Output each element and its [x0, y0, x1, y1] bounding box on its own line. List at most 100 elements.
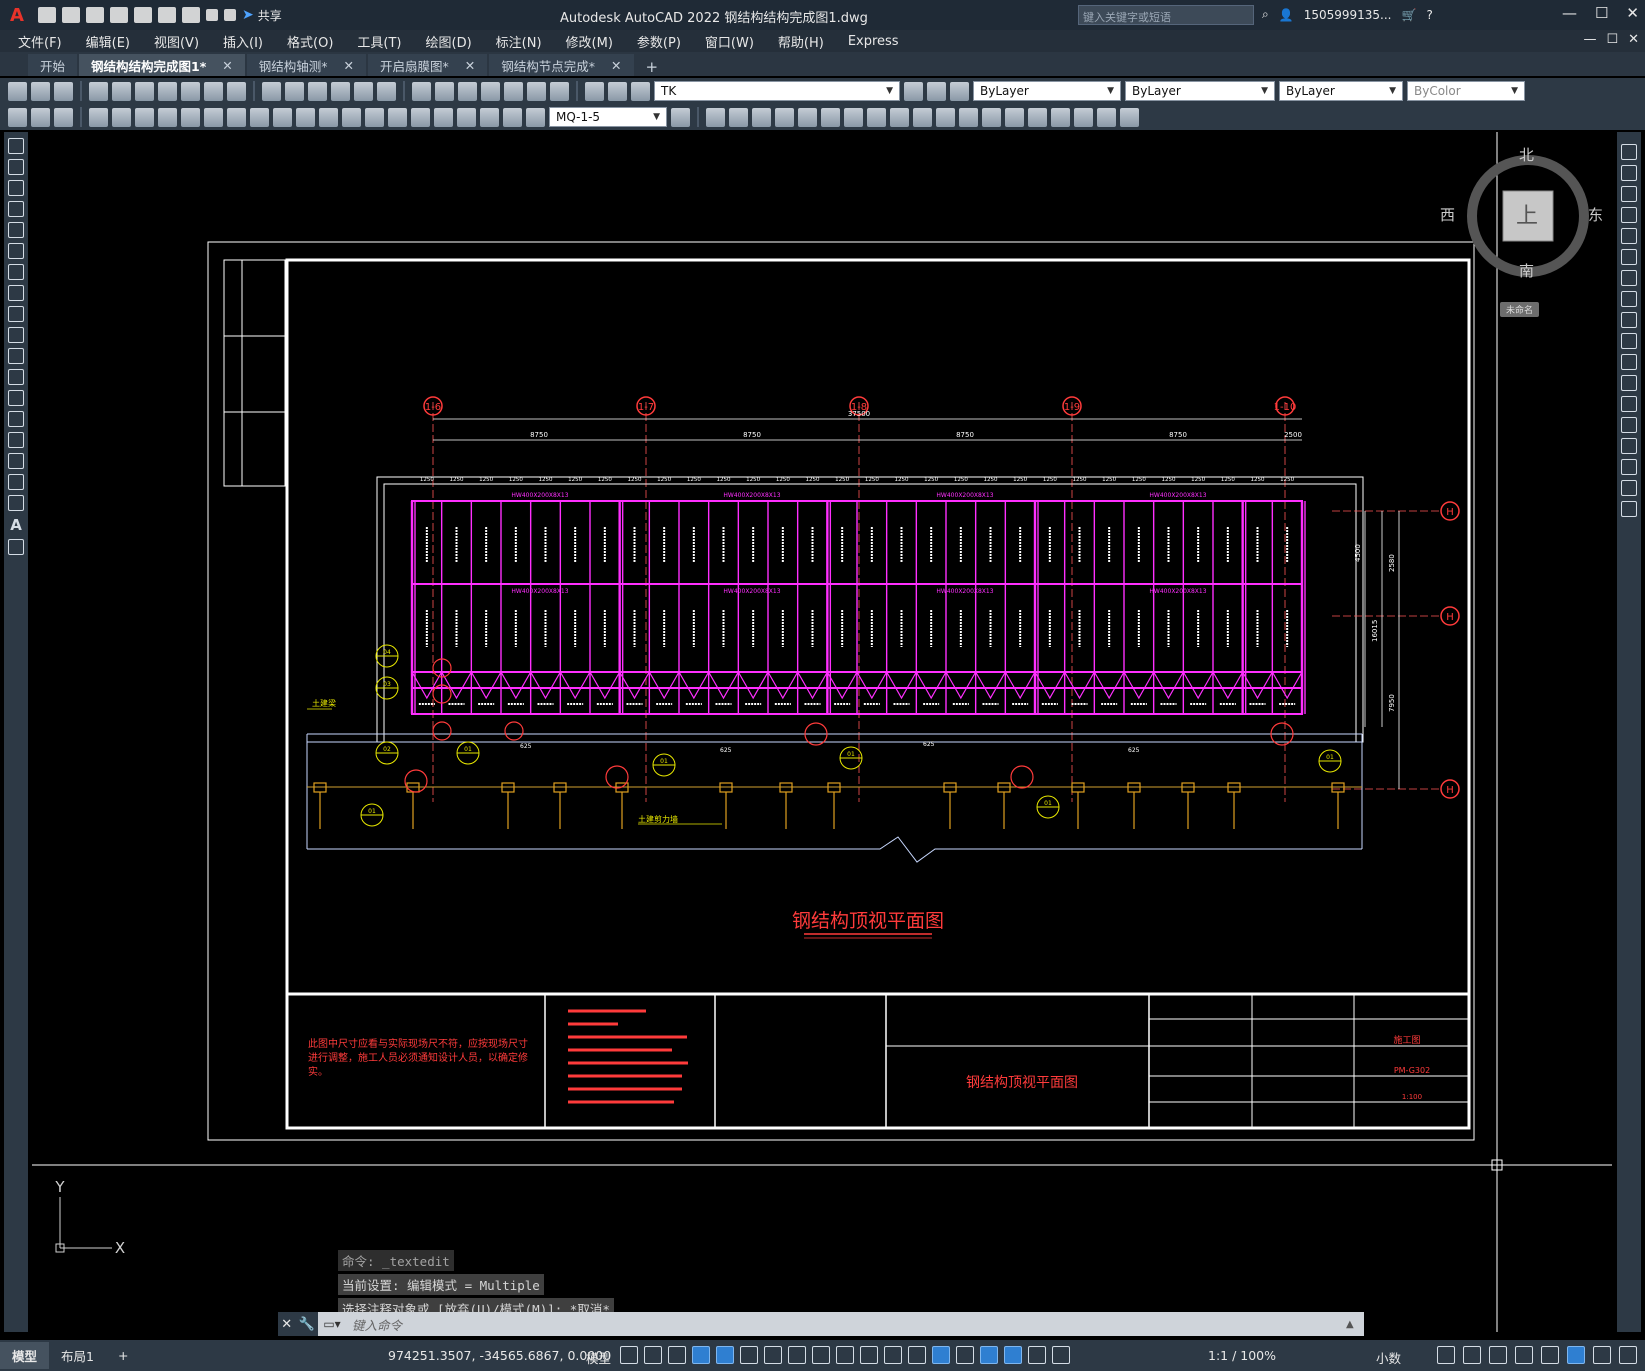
maximize-button[interactable]: ☐ [1595, 4, 1608, 22]
close-icon[interactable]: ✕ [222, 58, 232, 73]
diameter-icon[interactable] [227, 107, 246, 127]
radius-icon[interactable] [181, 107, 200, 127]
point-icon[interactable] [8, 411, 24, 427]
break-at-point-icon[interactable] [1621, 375, 1637, 391]
selection-filter-icon[interactable] [956, 1346, 974, 1364]
plus-icon[interactable] [1463, 1346, 1481, 1364]
ellipse-arc-icon[interactable] [8, 348, 24, 364]
doc-restore-button[interactable]: ☐ [1606, 32, 1618, 47]
redo-icon[interactable] [285, 81, 304, 101]
rectangle-icon[interactable] [8, 222, 24, 238]
annotation-visibility-icon[interactable] [1004, 1346, 1022, 1364]
publish-icon[interactable] [134, 7, 152, 23]
tab-steel-axonometric[interactable]: 钢结构轴测* ✕ [246, 54, 366, 76]
angular-icon[interactable] [250, 107, 269, 127]
line-icon[interactable] [8, 138, 24, 154]
annotation-scale[interactable]: 1:1 / 100% [1208, 1348, 1276, 1363]
layer-dropdown[interactable]: TK ▼ [654, 81, 900, 101]
compass-east[interactable]: 东 [1588, 204, 1603, 225]
cylinder-icon[interactable] [729, 107, 748, 127]
calculator-icon[interactable] [527, 81, 546, 101]
union-icon[interactable] [959, 107, 978, 127]
constraint-infer-icon[interactable] [668, 1346, 686, 1364]
make-current-icon[interactable] [904, 81, 923, 101]
print-icon[interactable] [182, 7, 200, 23]
inspection-icon[interactable] [434, 107, 453, 127]
doc-minimize-button[interactable]: — [1583, 32, 1596, 47]
dynamic-input-icon[interactable] [692, 1346, 710, 1364]
circle-icon[interactable] [8, 264, 24, 280]
arc-icon[interactable] [8, 243, 24, 259]
tab-steel-structure-complete[interactable]: 钢结构结构完成图1* ✕ [79, 54, 245, 76]
auto-scale-icon[interactable] [1028, 1346, 1046, 1364]
hardware-acceleration-icon[interactable] [1567, 1346, 1585, 1364]
design-center-icon[interactable] [435, 81, 454, 101]
lineweight-icon[interactable] [836, 1346, 854, 1364]
close-icon[interactable]: ✕ [611, 58, 621, 73]
wedge-icon[interactable] [821, 107, 840, 127]
annotation-scale-icon[interactable] [1052, 1346, 1070, 1364]
spline-icon[interactable] [8, 306, 24, 322]
clean-screen-icon[interactable] [1593, 1346, 1611, 1364]
quick-dimension-icon[interactable] [273, 107, 292, 127]
region-icon[interactable] [8, 474, 24, 490]
help-icon[interactable]: ? [1426, 8, 1432, 22]
menu-format[interactable]: 格式(O) [287, 32, 333, 51]
selection-cycling-icon[interactable] [884, 1346, 902, 1364]
tool-palettes-icon[interactable] [458, 81, 477, 101]
polar-tracking-icon[interactable] [740, 1346, 758, 1364]
add-layout-button[interactable]: + [106, 1344, 140, 1367]
lock-ui-icon[interactable] [1515, 1346, 1533, 1364]
dimstyle-dropdown[interactable]: MQ-1-5 ▼ [549, 107, 667, 127]
jogged-icon[interactable] [204, 107, 223, 127]
new-icon[interactable] [8, 81, 27, 101]
menu-dimension[interactable]: 标注(N) [496, 32, 542, 51]
rotate-icon[interactable] [1621, 270, 1637, 286]
continue-icon[interactable] [319, 107, 338, 127]
aligned-dimension-icon[interactable] [112, 107, 131, 127]
presspull-icon[interactable] [1028, 107, 1047, 127]
compass-north[interactable]: 北 [1519, 144, 1534, 165]
gradient-icon[interactable] [8, 453, 24, 469]
tab-steel-joints[interactable]: 钢结构节点完成* ✕ [489, 54, 634, 76]
menu-insert[interactable]: 插入(I) [223, 32, 263, 51]
polygon-icon[interactable] [8, 201, 24, 217]
print-icon[interactable] [89, 81, 108, 101]
linear-dimension-icon[interactable] [89, 107, 108, 127]
torus-icon[interactable] [844, 107, 863, 127]
polyline-icon[interactable] [8, 180, 24, 196]
object-snap-tracking-icon[interactable] [788, 1346, 806, 1364]
dimension-text-edit-icon[interactable] [503, 107, 522, 127]
make-block-icon[interactable] [8, 390, 24, 406]
add-selected-icon[interactable] [8, 539, 24, 555]
wcs-menu[interactable]: 未命名 [1500, 302, 1540, 317]
break-icon[interactable] [1621, 396, 1637, 412]
help-icon[interactable] [550, 81, 569, 101]
customization-menu-icon[interactable] [1619, 1346, 1637, 1364]
plotstyle-dropdown[interactable]: ByColor ▼ [1407, 81, 1525, 101]
hatch-icon[interactable] [8, 432, 24, 448]
menu-window[interactable]: 窗口(W) [705, 32, 754, 51]
join-icon[interactable] [1621, 417, 1637, 433]
multiline-text-icon[interactable]: A [10, 516, 22, 534]
ellipse-icon[interactable] [8, 327, 24, 343]
search-icon[interactable]: ⌕ [1262, 7, 1269, 22]
menu-help[interactable]: 帮助(H) [778, 32, 824, 51]
explode-icon[interactable] [1621, 501, 1637, 517]
customize-icon[interactable]: 🔧 [299, 1317, 315, 1332]
table-icon[interactable] [8, 495, 24, 511]
text-front-icon[interactable] [54, 107, 73, 127]
copy-icon[interactable] [181, 81, 200, 101]
undo-icon[interactable] [206, 9, 218, 21]
zoom-realtime-icon[interactable] [331, 81, 350, 101]
viewcube[interactable]: 北 南 东 西 上 未命名 [1440, 144, 1608, 324]
chevron-up-icon[interactable]: ▲ [1346, 1319, 1364, 1330]
scale-icon[interactable] [1621, 291, 1637, 307]
tolerance-icon[interactable] [388, 107, 407, 127]
section-icon[interactable] [1074, 107, 1093, 127]
extrude-icon[interactable] [867, 107, 886, 127]
array-icon[interactable] [1621, 228, 1637, 244]
command-input[interactable]: 键入命令 [346, 1315, 1346, 1334]
close-icon[interactable]: ✕ [344, 58, 354, 73]
cone-icon[interactable] [752, 107, 771, 127]
